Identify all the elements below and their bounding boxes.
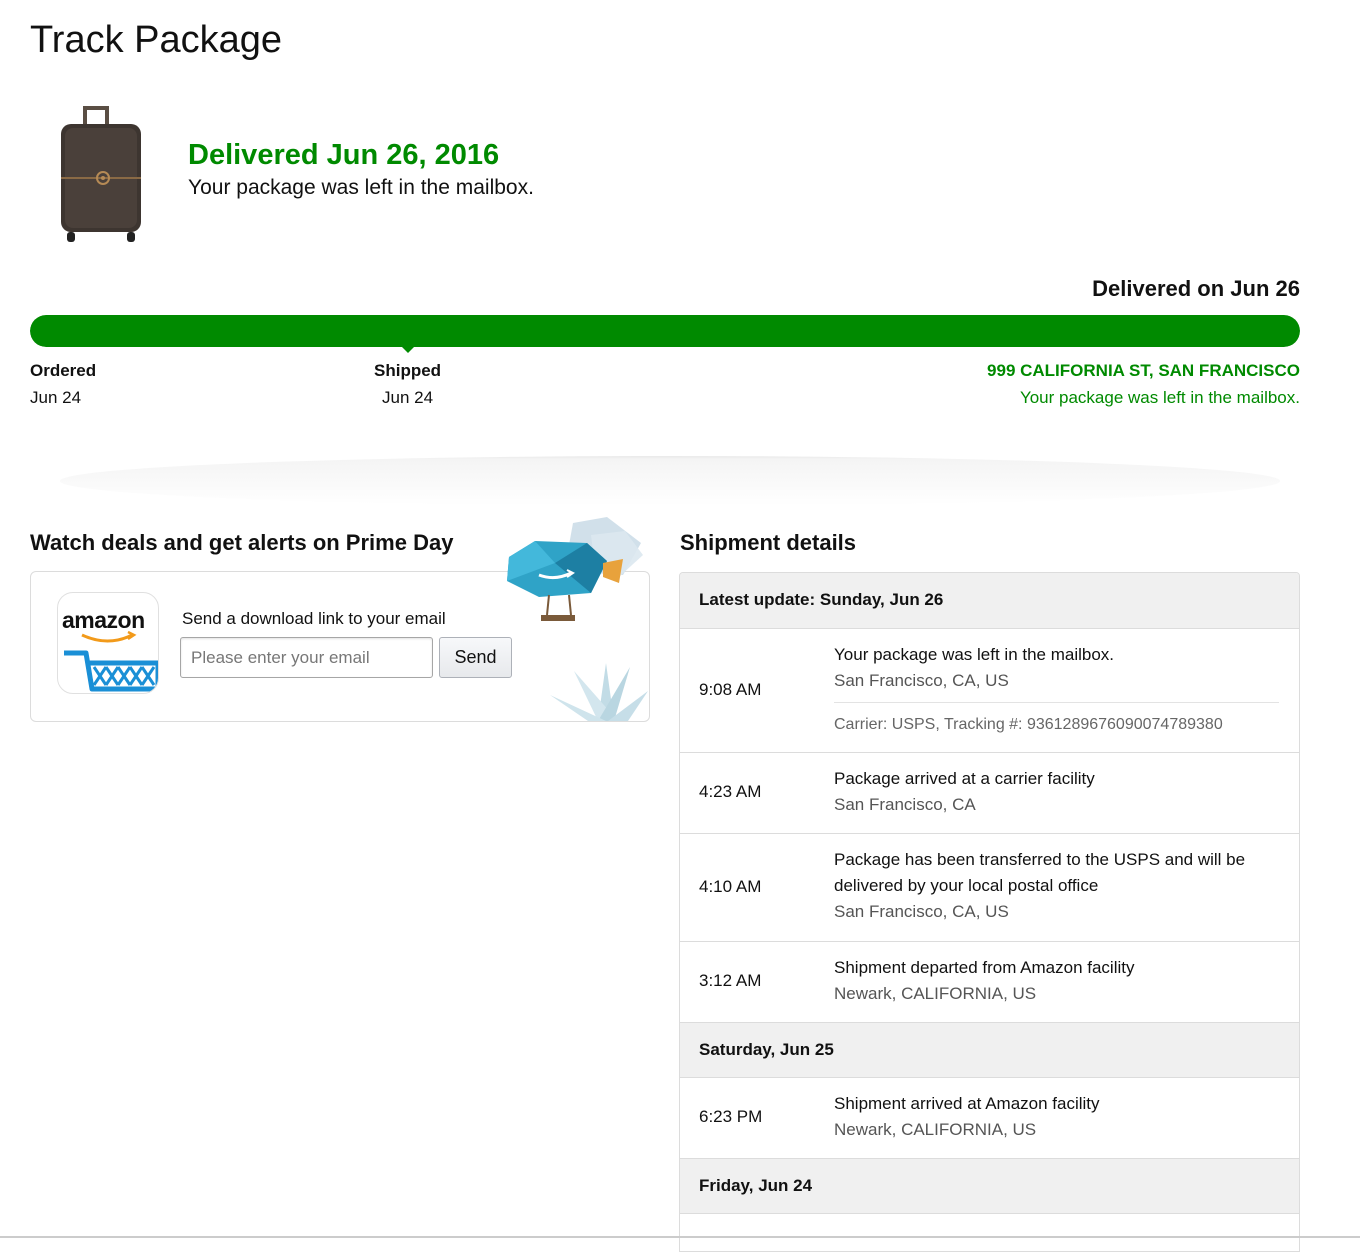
blimp-illustration <box>507 517 643 621</box>
event-time: 4:10 AM <box>699 877 762 896</box>
progress-bar <box>30 315 1300 347</box>
event-location: Newark, CALIFORNIA, US <box>834 984 1037 1003</box>
shipment-date-label: Saturday, Jun 25 <box>699 1040 834 1059</box>
delivered-on-label: Delivered on Jun 26 <box>1092 276 1300 301</box>
shipment-details-table: Latest update: Sunday, Jun 26 9:08 AM Yo… <box>679 572 1300 1252</box>
event-location: San Francisco, CA, US <box>834 902 1009 921</box>
snowflake-illustration <box>550 663 648 721</box>
shipment-date-label: Friday, Jun 24 <box>699 1176 813 1195</box>
event-divider <box>834 702 1279 703</box>
shipment-date-label: Latest update: Sunday, Jun 26 <box>699 590 944 609</box>
stage-shipped-date: Jun 24 <box>382 388 434 407</box>
event-carrier-tracking: Carrier: USPS, Tracking #: 9361289676090… <box>834 716 1223 733</box>
event-description: Shipment departed from Amazon facility <box>834 958 1135 977</box>
event-description: Shipment arrived at Amazon facility <box>834 1094 1100 1113</box>
shipment-event-row: 4:23 AM Package arrived at a carrier fac… <box>680 753 1299 834</box>
progress-shipped-marker <box>400 345 416 353</box>
event-description: Package has been transferred to the USPS… <box>834 850 1246 895</box>
send-link-prompt: Send a download link to your email <box>182 609 446 628</box>
shipment-event-row: 4:10 AM Package has been transferred to … <box>680 834 1299 942</box>
stage-ordered-label: Ordered <box>30 361 97 380</box>
event-time: 6:23 PM <box>699 1107 763 1126</box>
stage-ordered-date: Jun 24 <box>30 388 82 407</box>
page-title: Track Package <box>30 19 283 61</box>
destination-address: 999 CALIFORNIA ST, SAN FRANCISCO <box>987 361 1300 380</box>
email-field[interactable] <box>180 637 433 678</box>
event-location: San Francisco, CA, US <box>834 671 1009 690</box>
event-location: Newark, CALIFORNIA, US <box>834 1120 1037 1139</box>
event-time: 9:08 AM <box>699 680 762 699</box>
progress-bar-fill <box>30 315 1300 347</box>
shipment-event-row: 3:12 AM Shipment departed from Amazon fa… <box>680 942 1299 1023</box>
stage-shipped-label: Shipped <box>374 361 442 380</box>
shipment-date-header: Latest update: Sunday, Jun 26 <box>680 573 1299 629</box>
amazon-cart-icon <box>64 630 158 692</box>
section-divider <box>60 456 1280 506</box>
shipment-date-header: Saturday, Jun 25 <box>680 1023 1299 1078</box>
suitcase-product-image[interactable] <box>55 100 145 245</box>
event-description: Your package was left in the mailbox. <box>834 645 1115 664</box>
shipment-event-row: 6:23 PM Shipment arrived at Amazon facil… <box>680 1078 1299 1159</box>
shipment-date-header: Friday, Jun 24 <box>680 1159 1299 1214</box>
event-location: San Francisco, CA <box>834 795 976 814</box>
shipment-event-row: 9:08 AM Your package was left in the mai… <box>680 629 1299 753</box>
shipment-event-row-partial <box>680 1214 1299 1251</box>
event-description: Package arrived at a carrier facility <box>834 769 1095 788</box>
delivery-subtext: Your package was left in the mailbox. <box>188 176 534 199</box>
shipment-details-title: Shipment details <box>680 530 857 555</box>
promo-title: Watch deals and get alerts on Prime Day <box>30 530 454 555</box>
destination-note: Your package was left in the mailbox. <box>1019 388 1300 407</box>
send-button[interactable]: Send <box>439 637 512 678</box>
delivery-headline: Delivered Jun 26, 2016 <box>188 139 500 171</box>
amazon-app-icon[interactable]: amazon <box>57 592 159 694</box>
event-time: 3:12 AM <box>699 971 762 990</box>
event-time: 4:23 AM <box>699 782 762 801</box>
